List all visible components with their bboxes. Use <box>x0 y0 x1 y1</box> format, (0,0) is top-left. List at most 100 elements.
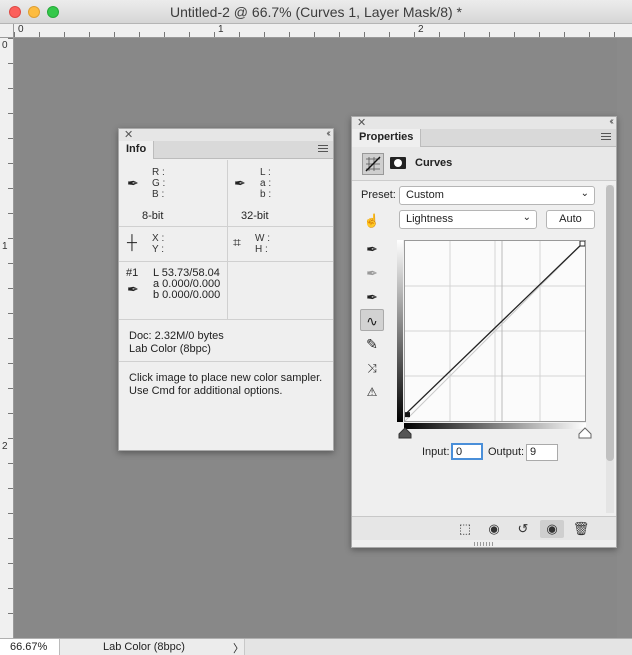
layer-mask-icon[interactable] <box>388 153 410 175</box>
ruler-label: 1 <box>218 24 224 35</box>
info-panel: ✕ ‹‹ Info ✒ R : G : B : 8-bit ✒ L : a : … <box>118 128 334 451</box>
channel-select[interactable]: Lightness ⌄ <box>399 210 537 229</box>
panel-header: ✕ ‹‹ <box>352 116 616 129</box>
ruler-label: 2 <box>2 441 8 452</box>
color-mode: Lab Color (8bpc) <box>129 343 211 355</box>
collapse-panel-icon[interactable]: ‹‹ <box>326 128 330 139</box>
panel-header: ✕ ‹‹ <box>119 128 333 141</box>
smooth-curve-icon[interactable]: ⤨ <box>360 357 384 379</box>
status-bar: 66.67% Lab Color (8bpc) 〉 <box>0 638 632 655</box>
panel-resize-grip[interactable] <box>474 542 494 546</box>
lab-bit-depth[interactable]: 32-bit <box>241 210 269 223</box>
sampler-b-value: b 0.000/0.000 <box>153 289 221 301</box>
curves-adjustment-icon[interactable] <box>362 153 384 175</box>
output-value-field[interactable]: 9 <box>526 444 558 461</box>
hint-text: Click image to place new color sampler. … <box>129 372 322 398</box>
scrollbar-thumb[interactable] <box>606 185 614 461</box>
close-panel-icon[interactable]: ✕ <box>124 128 133 141</box>
preset-value: Custom <box>406 189 444 201</box>
ruler-label: 0 <box>2 40 8 51</box>
ruler-label: 1 <box>2 241 8 252</box>
reset-icon[interactable]: ↺ <box>511 520 535 538</box>
view-previous-state-icon[interactable]: ◉ <box>482 520 506 538</box>
clip-to-layer-icon[interactable]: ⬚ <box>453 520 477 538</box>
rgb-labels: R : G : B : <box>152 167 166 200</box>
input-gradient-bar <box>404 423 586 429</box>
clipping-warning-icon[interactable]: ⚠ <box>360 381 384 403</box>
horizontal-ruler[interactable]: 0 1 2 <box>14 24 632 38</box>
curves-graph[interactable] <box>404 240 586 422</box>
properties-scrollbar[interactable] <box>606 185 614 513</box>
panel-menu-icon[interactable] <box>318 145 328 153</box>
chevron-right-icon[interactable]: 〉 <box>233 640 244 655</box>
wh-labels: W : H : <box>255 233 270 255</box>
ruler-label: 0 <box>18 24 24 35</box>
close-panel-icon[interactable]: ✕ <box>357 116 366 129</box>
pencil-draw-icon[interactable]: ✎ <box>360 333 384 355</box>
ruler-origin[interactable] <box>0 24 14 38</box>
curves-grid-icon <box>365 156 381 172</box>
delete-icon[interactable]: 🗑 <box>569 520 593 538</box>
black-point-slider-icon[interactable] <box>398 427 412 439</box>
document-info: Lab Color (8bpc) <box>103 641 185 653</box>
target-adjustment-icon[interactable]: ☝ <box>360 210 384 232</box>
preset-select[interactable]: Custom ⌄ <box>399 186 595 205</box>
chevron-down-icon: ⌄ <box>522 212 531 223</box>
preset-label: Preset: <box>361 189 396 201</box>
hint-line: Use Cmd for additional options. <box>129 385 283 397</box>
color-readout-row: ✒ R : G : B : 8-bit ✒ L : a : b : 32-bit <box>119 160 333 227</box>
chevron-down-icon: ⌄ <box>580 188 589 199</box>
properties-tabbar: Properties <box>352 129 616 147</box>
auto-button[interactable]: Auto <box>546 210 595 229</box>
output-gradient-bar <box>397 240 403 422</box>
info-tabbar: Info <box>119 141 333 159</box>
doc-size: Doc: 2.32M/0 bytes <box>129 330 224 342</box>
document-info-row: Doc: 2.32M/0 bytes Lab Color (8bpc) <box>119 320 333 362</box>
ruler-ticks <box>8 38 13 638</box>
black-point-eyedropper-icon[interactable]: ✒ <box>360 238 384 260</box>
horizontal-scrollbar[interactable] <box>244 639 632 655</box>
adjustment-title: Curves <box>415 157 453 169</box>
white-point-eyedropper-icon[interactable]: ✒ <box>360 286 384 308</box>
xy-labels: X : Y : <box>152 233 165 255</box>
channel-value: Lightness <box>406 213 454 225</box>
divider <box>227 227 228 261</box>
curve-edit-points-icon[interactable]: ∿ <box>360 309 384 331</box>
eyedropper-icon[interactable]: ✒ <box>127 281 139 298</box>
vertical-ruler[interactable]: 0 1 2 <box>0 38 14 638</box>
toggle-visibility-icon[interactable]: ◉ <box>540 520 564 538</box>
mask-icon <box>390 157 406 169</box>
tab-info[interactable]: Info <box>119 141 155 159</box>
properties-panel: ✕ ‹‹ Properties Curves Preset: Custom ⌄ … <box>351 116 617 548</box>
tab-properties[interactable]: Properties <box>352 129 422 147</box>
output-label: Output: <box>488 446 525 458</box>
panel-menu-icon[interactable] <box>601 133 611 141</box>
window-title: Untitled-2 @ 66.7% (Curves 1, Layer Mask… <box>170 4 462 20</box>
input-value-field[interactable]: 0 <box>451 443 483 460</box>
ruler-ticks <box>14 32 632 37</box>
collapse-panel-icon[interactable]: ‹‹ <box>609 116 613 127</box>
zoom-level-field[interactable]: 66.67% <box>0 639 60 655</box>
input-label: Input: <box>422 446 450 458</box>
divider <box>227 160 228 226</box>
lab-labels: L : a : b : <box>260 167 272 200</box>
sampler-row: #1 ✒ L 53.73/58.04 a 0.000/0.000 b 0.000… <box>119 262 333 320</box>
gray-point-eyedropper-icon[interactable]: ✒ <box>360 262 384 284</box>
properties-bottom-toolbar: ⬚ ◉ ↺ ◉ 🗑 <box>352 516 616 540</box>
crosshair-icon: ┼ <box>127 234 137 250</box>
selection-size-icon: ⌗ <box>233 234 241 250</box>
rgb-bit-depth[interactable]: 8-bit <box>142 210 163 223</box>
curve-plot <box>404 240 586 422</box>
canvas-vertical-scrollbar[interactable] <box>617 38 632 638</box>
white-point-slider-icon[interactable] <box>578 427 592 439</box>
adjustment-header: Curves <box>352 147 616 181</box>
hint-line: Click image to place new color sampler. <box>129 372 323 384</box>
ruler-label: 2 <box>418 24 424 35</box>
curve-point-white <box>579 240 586 247</box>
curve-point-black <box>405 412 410 418</box>
divider <box>227 262 228 319</box>
position-readout-row: ┼ X : Y : ⌗ W : H : <box>119 227 333 262</box>
eyedropper-icon[interactable]: ✒ <box>127 175 139 192</box>
eyedropper-icon[interactable]: ✒ <box>234 175 246 192</box>
window-titlebar: Untitled-2 @ 66.7% (Curves 1, Layer Mask… <box>0 0 632 24</box>
